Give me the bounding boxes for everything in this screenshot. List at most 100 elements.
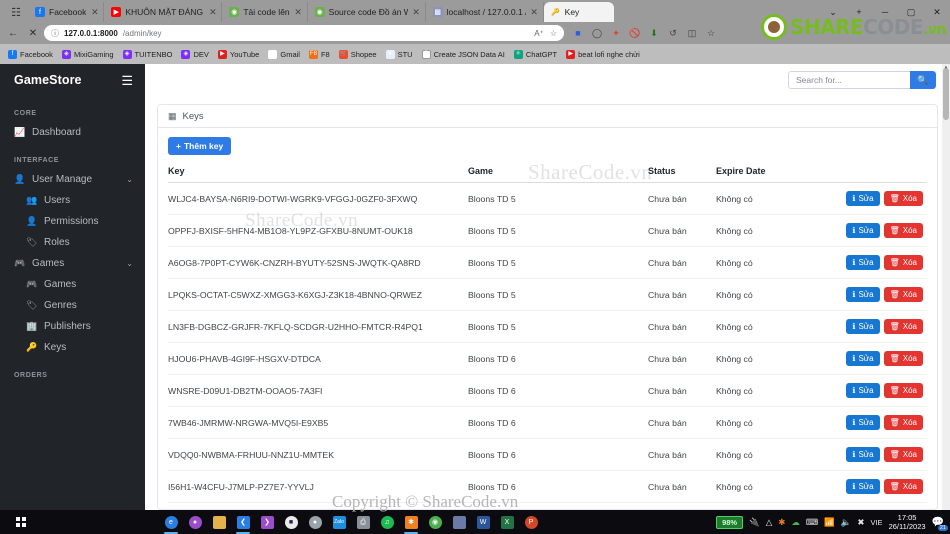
wifi-icon[interactable]: 📶 xyxy=(824,517,835,528)
sidebar-item-users[interactable]: 👥 Users xyxy=(0,190,145,211)
app-icon[interactable]: ■ xyxy=(570,25,586,41)
delete-button[interactable]: 🗑 Xóa xyxy=(883,383,923,398)
palette-icon[interactable]: ✦ xyxy=(608,25,624,41)
edit-button[interactable]: ℹ Sửa xyxy=(846,351,880,366)
delete-button[interactable]: 🗑 Xóa xyxy=(883,479,923,494)
bookmark-item[interactable]: M Gmail xyxy=(265,49,303,60)
clock[interactable]: 17:05 26/11/2023 xyxy=(889,513,926,532)
sidebar-item-games[interactable]: 🎮 Games xyxy=(0,274,145,295)
taskbar-app-github[interactable]: ● xyxy=(184,510,206,534)
keyboard-icon[interactable]: ⌨ xyxy=(806,517,818,528)
bookmark-item[interactable]: ▶ beat lofi nghe chửi xyxy=(563,49,643,60)
page-scrollbar[interactable]: ▲ xyxy=(942,64,950,510)
delete-button[interactable]: 🗑 Xóa xyxy=(883,223,923,238)
edit-button[interactable]: ℹ Sửa xyxy=(846,287,880,302)
bookmark-item[interactable]: ◈ MixiGaming xyxy=(59,49,117,60)
column-header-game[interactable]: Game xyxy=(468,166,648,183)
column-header-key[interactable]: Key xyxy=(168,166,468,183)
volume-icon[interactable]: 🔈 xyxy=(841,517,852,528)
sidebar-item-genres[interactable]: 🏷 Genres xyxy=(0,295,145,316)
bookmark-item[interactable]: ● STU xyxy=(383,49,416,60)
tab-search-icon[interactable]: ☷ xyxy=(4,2,28,22)
favorite-icon[interactable]: ☆ xyxy=(550,29,557,38)
edit-button[interactable]: ℹ Sửa xyxy=(846,223,880,238)
taskbar-app-generic[interactable] xyxy=(448,510,470,534)
history-icon[interactable]: ↺ xyxy=(665,25,681,41)
stop-icon[interactable]: ✕ xyxy=(24,24,42,42)
sidebar-item-publishers[interactable]: 🏢 Publishers xyxy=(0,316,145,337)
notification-icon[interactable]: 💬 21 xyxy=(932,517,948,531)
add-key-button[interactable]: + Thêm key xyxy=(168,137,232,155)
adblock-icon[interactable]: 🚫 xyxy=(627,25,643,41)
taskbar-app-edge[interactable]: e xyxy=(160,510,182,534)
taskbar-app-spotify[interactable]: ♫ xyxy=(376,510,398,534)
bookmark-item[interactable]: ▶ YouTube xyxy=(215,49,262,60)
taskbar-app-visual-studio[interactable]: ❯ xyxy=(256,510,278,534)
edit-button[interactable]: ℹ Sửa xyxy=(846,319,880,334)
clock-icon[interactable]: ◯ xyxy=(589,25,605,41)
start-button[interactable] xyxy=(0,510,42,534)
info-icon[interactable]: ⓘ xyxy=(51,28,59,39)
close-icon[interactable]: ✕ xyxy=(530,7,539,18)
chevron-down-icon[interactable]: ⌄ xyxy=(126,259,133,268)
address-bar[interactable]: ⓘ 127.0.0.1:8000/admin/key A⁺ ☆ xyxy=(44,25,564,41)
chevron-down-icon[interactable]: ⌄ xyxy=(126,175,133,184)
taskbar-app-printer[interactable]: ⎙ xyxy=(352,510,374,534)
power-icon[interactable]: 🔌 xyxy=(749,517,760,528)
split-screen-icon[interactable]: ◫ xyxy=(684,25,700,41)
bookmark-item[interactable]: ⚛ ChatGPT xyxy=(511,49,560,60)
edit-button[interactable]: ℹ Sửa xyxy=(846,415,880,430)
collections-icon[interactable]: ☆ xyxy=(703,25,719,41)
read-aloud-icon[interactable]: A⁺ xyxy=(534,29,544,38)
edit-button[interactable]: ℹ Sửa xyxy=(846,191,880,206)
taskbar-app-vscode[interactable]: ❮ xyxy=(232,510,254,534)
taskbar-app-unknown[interactable]: ■ xyxy=(280,510,302,534)
bookmark-item[interactable]: 🛒 Shopee xyxy=(336,49,380,60)
delete-button[interactable]: 🗑 Xóa xyxy=(883,415,923,430)
sidebar-item-dashboard[interactable]: 📈 Dashboard xyxy=(0,122,145,143)
taskbar-app-excel[interactable]: X xyxy=(496,510,518,534)
delete-button[interactable]: 🗑 Xóa xyxy=(883,351,923,366)
xampp-tray-icon[interactable]: ✱ xyxy=(778,517,785,528)
bookmark-item[interactable]: F8 F8 xyxy=(306,49,333,60)
taskbar-app-word[interactable]: W xyxy=(472,510,494,534)
battery-indicator[interactable]: 98% xyxy=(716,515,744,529)
taskbar-app-chrome[interactable]: ◉ xyxy=(424,510,446,534)
browser-tab[interactable]: ◉ Tải code lên ✕ xyxy=(222,2,308,22)
close-icon[interactable]: ✕ xyxy=(294,7,303,18)
sidebar-item-permissions[interactable]: 👤 Permissions xyxy=(0,211,145,232)
browser-tab[interactable]: ▶ KHUÔN MẶT ĐÁNG TI ✕ xyxy=(104,2,223,22)
download-icon[interactable]: ⬇ xyxy=(646,25,662,41)
block-icon[interactable]: ✖ xyxy=(857,517,864,528)
taskbar-app-mouse[interactable]: ● xyxy=(304,510,326,534)
close-icon[interactable]: ✕ xyxy=(208,7,217,18)
taskbar-app-file-explorer[interactable] xyxy=(208,510,230,534)
browser-tab[interactable]: ◉ Source code Đồ án Website ✕ xyxy=(308,2,426,22)
back-icon[interactable]: ← xyxy=(4,24,22,42)
bookmark-item[interactable]: {} Create JSON Data AI xyxy=(419,49,508,60)
column-header-expire[interactable]: Expire Date xyxy=(716,166,778,183)
delete-button[interactable]: 🗑 Xóa xyxy=(883,287,923,302)
delete-button[interactable]: 🗑 Xóa xyxy=(883,447,923,462)
bookmark-item[interactable]: ◈ DEV xyxy=(178,49,211,60)
delete-button[interactable]: 🗑 Xóa xyxy=(883,319,923,334)
sidebar-item-keys[interactable]: 🔑 Keys xyxy=(0,337,145,358)
search-input[interactable] xyxy=(788,71,910,89)
sidebar-brand[interactable]: GameStore ☰ xyxy=(0,64,145,96)
edit-button[interactable]: ℹ Sửa xyxy=(846,255,880,270)
bookmark-item[interactable]: f Facebook xyxy=(5,49,56,60)
search-button[interactable]: 🔍 xyxy=(910,71,936,89)
search-box[interactable]: 🔍 xyxy=(788,71,936,89)
taskbar-app-zalo[interactable]: Zalo xyxy=(328,510,350,534)
onedrive-icon[interactable]: ☁ xyxy=(791,517,800,528)
browser-tab-active[interactable]: 🔑 Key xyxy=(543,2,614,22)
hamburger-icon[interactable]: ☰ xyxy=(121,74,133,87)
sidebar-item-games-group[interactable]: 🎮 Games ⌄ xyxy=(0,253,145,274)
delete-button[interactable]: 🗑 Xóa xyxy=(883,255,923,270)
edit-button[interactable]: ℹ Sửa xyxy=(846,447,880,462)
close-icon[interactable]: ✕ xyxy=(90,7,99,18)
taskbar-app-powerpoint[interactable]: P xyxy=(520,510,542,534)
sidebar-item-roles[interactable]: 🏷 Roles xyxy=(0,232,145,253)
chevron-up-icon[interactable]: △ xyxy=(766,517,773,528)
browser-tab[interactable]: ▩ localhost / 127.0.0.1 / game ✕ xyxy=(426,2,544,22)
